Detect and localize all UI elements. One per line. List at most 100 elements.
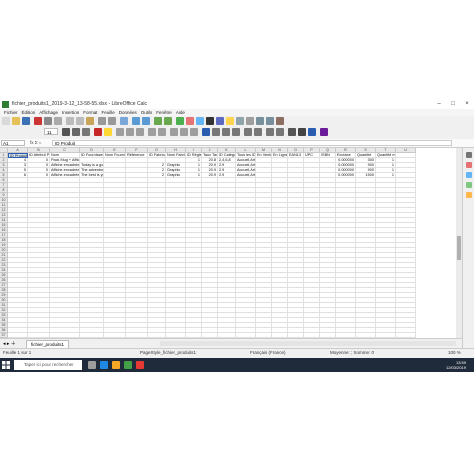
- paste-icon[interactable]: [86, 117, 94, 125]
- wrap-text-icon[interactable]: [148, 128, 156, 136]
- print-icon[interactable]: [44, 117, 52, 125]
- close-button[interactable]: ×: [460, 100, 474, 109]
- font-color-icon[interactable]: [94, 128, 102, 136]
- menu-format[interactable]: Format: [83, 109, 97, 116]
- minimize-button[interactable]: –: [432, 100, 446, 109]
- calc-app-icon: [2, 101, 9, 108]
- align-left-icon[interactable]: [116, 128, 124, 136]
- hyperlink-icon[interactable]: [216, 117, 224, 125]
- sort-icon[interactable]: [154, 117, 162, 125]
- open-icon[interactable]: [12, 117, 20, 125]
- status-bar: Feuille 1 sur 1 PageStyle_fichier_produi…: [0, 348, 474, 357]
- date-format-icon[interactable]: [232, 128, 240, 136]
- menu-outils[interactable]: Outils: [141, 109, 153, 116]
- align-right-icon[interactable]: [136, 128, 144, 136]
- status-sheet: Feuille 1 sur 1: [3, 350, 32, 355]
- special-character-icon[interactable]: [206, 117, 214, 125]
- decrease-indent-icon[interactable]: [276, 128, 284, 136]
- standard-toolbar: [0, 116, 474, 126]
- border-style-icon[interactable]: [298, 128, 306, 136]
- window-title: fichier_produits1_2019-3-12_13-58-55.xls…: [12, 101, 147, 107]
- headers-footers-icon[interactable]: [236, 117, 244, 125]
- define-print-area-icon[interactable]: [246, 117, 254, 125]
- vertical-scroll-thumb[interactable]: [457, 236, 461, 260]
- currency-format-icon[interactable]: [202, 128, 210, 136]
- freeze-rows-icon[interactable]: [256, 117, 264, 125]
- clock[interactable]: 13:59 12/03/2019: [446, 360, 466, 370]
- formula-input[interactable]: ID Produit: [52, 140, 452, 146]
- screen: fichier_produits1_2019-3-12_13-58-55.xls…: [0, 100, 474, 372]
- font-size-box[interactable]: 11: [44, 128, 58, 135]
- delete-decimal-icon[interactable]: [254, 128, 262, 136]
- autofilter-icon[interactable]: [164, 117, 172, 125]
- split-window-icon[interactable]: [266, 117, 274, 125]
- windows-start-icon[interactable]: [2, 361, 10, 369]
- redo-icon[interactable]: [108, 117, 116, 125]
- align-center-icon[interactable]: [126, 128, 134, 136]
- underline-icon[interactable]: [82, 128, 90, 136]
- bold-icon[interactable]: [62, 128, 70, 136]
- formula-bar: A1 fx Σ = ID Produit: [0, 139, 474, 148]
- save-icon[interactable]: [22, 117, 30, 125]
- status-zoom[interactable]: 100 %: [448, 349, 461, 357]
- new-icon[interactable]: [2, 117, 10, 125]
- menu-aide[interactable]: Aide: [176, 109, 185, 116]
- increase-indent-icon[interactable]: [266, 128, 274, 136]
- borders-icon[interactable]: [288, 128, 296, 136]
- percent-format-icon[interactable]: [212, 128, 220, 136]
- show-draw-functions-icon[interactable]: [276, 117, 284, 125]
- tab-nav-icons[interactable]: ◂ ▸ ＋: [3, 340, 16, 347]
- windows-taskbar: Taper ici pour rechercher 13:59 12/03/20…: [0, 358, 474, 372]
- align-bottom-icon[interactable]: [190, 128, 198, 136]
- menu-fichier[interactable]: Fichier: [4, 109, 18, 116]
- comment-icon[interactable]: [226, 117, 234, 125]
- sidebar-navigator-icon[interactable]: [466, 182, 472, 188]
- sidebar-functions-icon[interactable]: [466, 192, 472, 198]
- merge-center-icon[interactable]: [158, 128, 166, 136]
- menu-fenetre[interactable]: Fenêtre: [156, 109, 172, 116]
- status-page-style: PageStyle_fichier_produits1: [140, 350, 197, 355]
- maximize-button[interactable]: □: [446, 100, 460, 109]
- copy-icon[interactable]: [76, 117, 84, 125]
- status-language: Français (France): [250, 350, 286, 355]
- sidebar-deck: [462, 148, 474, 348]
- undo-icon[interactable]: [98, 117, 106, 125]
- horizontal-scrollbar[interactable]: [160, 341, 456, 346]
- pivot-table-icon[interactable]: [196, 117, 204, 125]
- calc-taskbar-icon[interactable]: [124, 361, 132, 369]
- sidebar-gallery-icon[interactable]: [466, 172, 472, 178]
- menu-edition[interactable]: Édition: [22, 109, 36, 116]
- cut-icon[interactable]: [66, 117, 74, 125]
- menu-donnees[interactable]: Données: [119, 109, 137, 116]
- status-sum: Moyenne: ; Somme: 0: [330, 350, 375, 355]
- function-wizard-icon[interactable]: fx Σ =: [30, 140, 41, 145]
- export-pdf-icon[interactable]: [34, 117, 42, 125]
- number-format-icon[interactable]: [222, 128, 230, 136]
- border-color-icon[interactable]: [308, 128, 316, 136]
- align-middle-icon[interactable]: [180, 128, 188, 136]
- formatting-toolbar: Calibri 11: [0, 127, 474, 162]
- add-decimal-icon[interactable]: [244, 128, 252, 136]
- chrome-icon[interactable]: [136, 361, 144, 369]
- image-icon[interactable]: [176, 117, 184, 125]
- conditional-format-icon[interactable]: [320, 128, 328, 136]
- menu-affichage[interactable]: Affichage: [39, 109, 58, 116]
- edge-icon[interactable]: [100, 361, 108, 369]
- menu-insertion[interactable]: Insertion: [62, 109, 79, 116]
- taskbar-search-input[interactable]: Taper ici pour rechercher: [14, 360, 82, 370]
- task-view-icon[interactable]: [88, 361, 96, 369]
- sidebar-properties-icon[interactable]: [466, 152, 472, 158]
- sidebar-styles-icon[interactable]: [466, 162, 472, 168]
- chart-icon[interactable]: [186, 117, 194, 125]
- name-box[interactable]: A1: [1, 140, 25, 146]
- print-preview-icon[interactable]: [54, 117, 62, 125]
- column-icon[interactable]: [142, 117, 150, 125]
- find-icon[interactable]: [120, 117, 128, 125]
- italic-icon[interactable]: [72, 128, 80, 136]
- row-icon[interactable]: [132, 117, 140, 125]
- file-explorer-icon[interactable]: [112, 361, 120, 369]
- spreadsheet-grid[interactable]: A B C D E F G H I J K L M N O P Q R S T U 1 ID Produit ID Attri…: [0, 148, 456, 338]
- align-top-icon[interactable]: [170, 128, 178, 136]
- menu-feuille[interactable]: Feuille: [102, 109, 115, 116]
- background-color-icon[interactable]: [104, 128, 112, 136]
